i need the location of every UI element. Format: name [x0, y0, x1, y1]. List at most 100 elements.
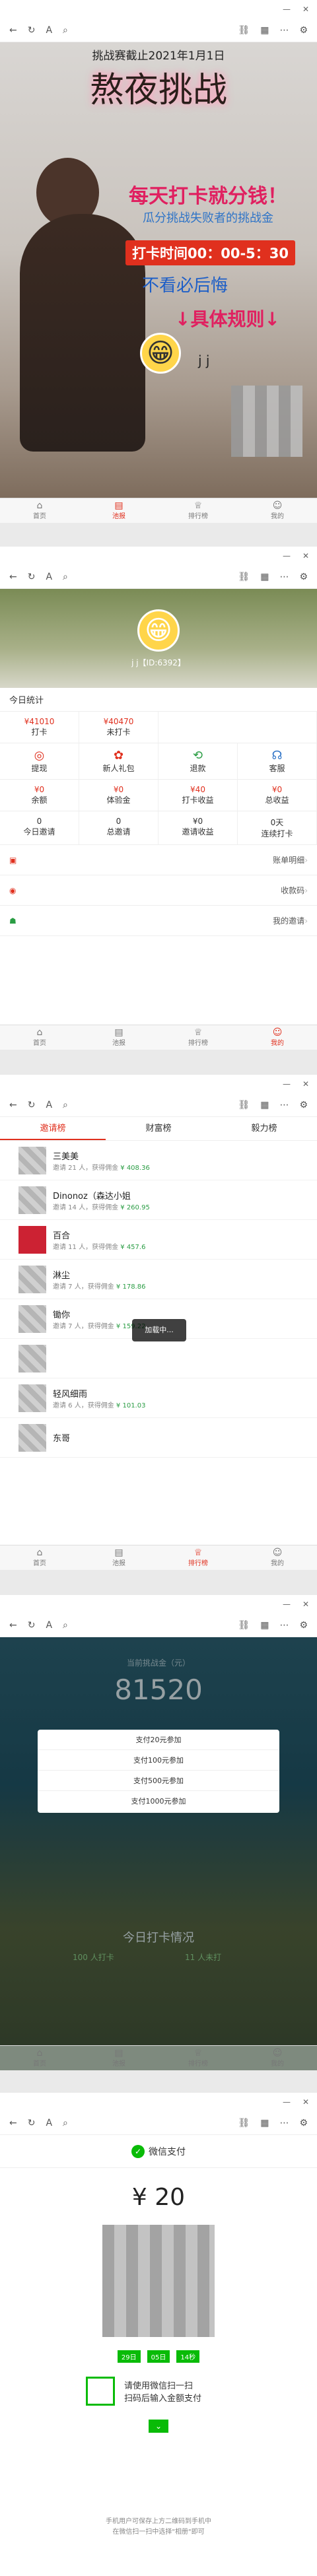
more-icon[interactable]: ⋯: [279, 1100, 289, 1110]
minimize-button[interactable]: —: [283, 551, 291, 560]
link-icon[interactable]: ⛓: [238, 1620, 250, 1631]
gear-icon[interactable]: ⚙: [299, 25, 308, 36]
list-item[interactable]: 淋尘 邀请 7 人，获得佣金 ¥ 178.86: [0, 1260, 317, 1299]
font-icon[interactable]: A: [46, 572, 52, 582]
browser-toolbar: ← ↻ A ⌕ ⛓ ▦ ⋯ ⚙: [0, 2111, 317, 2135]
tab-ranking[interactable]: ♕ 排行榜: [158, 2046, 238, 2070]
close-button[interactable]: ✕: [302, 551, 309, 560]
search-icon[interactable]: ⌕: [63, 2118, 68, 2128]
more-icon[interactable]: ⋯: [279, 25, 289, 36]
tab-mine[interactable]: ☺ 我的: [238, 498, 317, 523]
service-button[interactable]: ☊ 客服: [238, 743, 317, 779]
minimize-button[interactable]: —: [283, 1079, 291, 1089]
search-icon[interactable]: ⌕: [63, 1620, 68, 1631]
pay-20-option[interactable]: 支付20元参加: [38, 1730, 279, 1750]
tab-dashboard[interactable]: ▤ 池报: [79, 1545, 158, 1570]
pay-1000-option[interactable]: 支付1000元参加: [38, 1791, 279, 1812]
list-item[interactable]: 轻风细雨 邀请 6 人，获得佣金 ¥ 101.03: [0, 1378, 317, 1418]
tab-dashboard[interactable]: ▤ 池报: [79, 498, 158, 523]
back-icon[interactable]: ←: [9, 1620, 17, 1631]
tab-persistence[interactable]: 毅力榜: [211, 1117, 317, 1140]
pay-500-option[interactable]: 支付500元参加: [38, 1771, 279, 1791]
section-title: 今日统计: [0, 688, 317, 712]
qrcode-icon[interactable]: ▦: [260, 25, 269, 36]
back-icon[interactable]: ←: [9, 572, 17, 582]
tab-mine[interactable]: ☺ 我的: [238, 1545, 317, 1570]
list-item[interactable]: Dinonoz（森达小姐 邀请 14 人，获得佣金 ¥ 260.95: [0, 1180, 317, 1220]
minimize-button[interactable]: —: [283, 5, 291, 14]
gear-icon[interactable]: ⚙: [299, 572, 308, 582]
refund-button[interactable]: ⟲ 退款: [158, 743, 238, 779]
font-icon[interactable]: A: [46, 1100, 52, 1110]
qrcode-icon[interactable]: ▦: [260, 1620, 269, 1631]
tab-ranking[interactable]: ♕ 排行榜: [158, 498, 238, 523]
tab-home[interactable]: ⌂ 首页: [0, 498, 79, 523]
tab-home[interactable]: ⌂ 首页: [0, 2046, 79, 2070]
list-item[interactable]: 东哥: [0, 1418, 317, 1458]
minimize-button[interactable]: —: [283, 1600, 291, 1609]
user-name: j j: [198, 353, 210, 368]
refresh-icon[interactable]: ↻: [28, 1100, 36, 1110]
qrcode-icon[interactable]: ▦: [260, 1100, 269, 1110]
qrcode-row[interactable]: ◉ 收款码 ›: [0, 875, 317, 906]
list-item[interactable]: [0, 1339, 317, 1378]
gear-icon[interactable]: ⚙: [299, 2118, 308, 2128]
bottom-nav: ⌂ 首页 ▤ 池报 ♕ 排行榜 ☺ 我的: [0, 1545, 317, 1570]
refresh-icon[interactable]: ↻: [28, 2118, 36, 2128]
font-icon[interactable]: A: [46, 1620, 52, 1631]
search-icon[interactable]: ⌕: [63, 572, 68, 582]
link-icon[interactable]: ⛓: [238, 25, 250, 36]
profile-name: j j【ID:6392】: [131, 658, 186, 667]
back-icon[interactable]: ←: [9, 2118, 17, 2128]
search-icon[interactable]: ⌕: [63, 25, 68, 36]
refresh-icon[interactable]: ↻: [28, 572, 36, 582]
refresh-icon[interactable]: ↻: [28, 25, 36, 36]
link-icon[interactable]: ⛓: [238, 572, 250, 582]
gear-icon[interactable]: ⚙: [299, 1620, 308, 1631]
tab-wealth[interactable]: 财富榜: [106, 1117, 211, 1140]
link-icon[interactable]: ⛓: [238, 2118, 250, 2128]
more-icon[interactable]: ⋯: [279, 1620, 289, 1631]
top-bar: — ✕: [0, 0, 317, 18]
tab-home[interactable]: ⌂ 首页: [0, 1545, 79, 1570]
tab-dashboard[interactable]: ▤ 池报: [79, 2046, 158, 2070]
pay-100-option[interactable]: 支付100元参加: [38, 1750, 279, 1771]
close-button[interactable]: ✕: [302, 5, 309, 14]
link-icon[interactable]: ⛓: [238, 1100, 250, 1110]
qrcode-icon[interactable]: ▦: [260, 572, 269, 582]
gear-icon[interactable]: ⚙: [299, 1100, 308, 1110]
more-icon[interactable]: ⋯: [279, 2118, 289, 2128]
qrcode-icon[interactable]: ▦: [260, 2118, 269, 2128]
tab-ranking[interactable]: ♕ 排行榜: [158, 1025, 238, 1050]
list-item[interactable]: 三美美 邀请 21 人，获得佣金 ¥ 408.36: [0, 1141, 317, 1180]
tab-invite[interactable]: 邀请榜: [0, 1117, 106, 1140]
minimize-button[interactable]: —: [283, 2097, 291, 2107]
font-icon[interactable]: A: [46, 2118, 52, 2128]
countdown: 29日 05日 14秒: [0, 2350, 317, 2363]
screen-ranking: — ✕ ← ↻ A ⌕ ⛓ ▦ ⋯ ⚙ 邀请榜 财富榜 毅力榜 三美美 邀请 21 人，获得佣金 …: [0, 1075, 317, 1570]
bill-row[interactable]: ▣ 账单明细 ›: [0, 845, 317, 875]
invite-row[interactable]: ☗ 我的邀请 ›: [0, 906, 317, 936]
list-item[interactable]: 百合 邀请 11 人，获得佣金 ¥ 457.6: [0, 1220, 317, 1260]
close-button[interactable]: ✕: [302, 1079, 309, 1089]
back-icon[interactable]: ←: [9, 25, 17, 36]
font-icon[interactable]: A: [46, 25, 52, 36]
close-button[interactable]: ✕: [302, 2097, 309, 2107]
home-icon: ⌂: [36, 2048, 43, 2058]
invite-grid: 0 今日邀请 0 总邀请 ¥0 邀请收益 0天 连续打卡: [0, 811, 317, 845]
more-icon[interactable]: ⋯: [279, 572, 289, 582]
withdraw-button[interactable]: ◎ 提现: [0, 743, 79, 779]
search-icon[interactable]: ⌕: [63, 1100, 68, 1110]
tab-dashboard[interactable]: ▤ 池报: [79, 1025, 158, 1050]
back-icon[interactable]: ←: [9, 1100, 17, 1110]
refresh-icon[interactable]: ↻: [28, 1620, 36, 1631]
tab-ranking[interactable]: ♕ 排行榜: [158, 1545, 238, 1570]
expand-icon[interactable]: ⌄: [149, 2420, 168, 2433]
close-button[interactable]: ✕: [302, 1600, 309, 1609]
tab-home[interactable]: ⌂ 首页: [0, 1025, 79, 1050]
bill-icon: ▣: [9, 855, 17, 865]
gift-button[interactable]: ✿ 新人礼包: [79, 743, 158, 779]
tab-mine[interactable]: ☺ 我的: [238, 2046, 317, 2070]
tab-mine[interactable]: ☺ 我的: [238, 1025, 317, 1050]
trophy-icon: ♕: [194, 1027, 203, 1038]
